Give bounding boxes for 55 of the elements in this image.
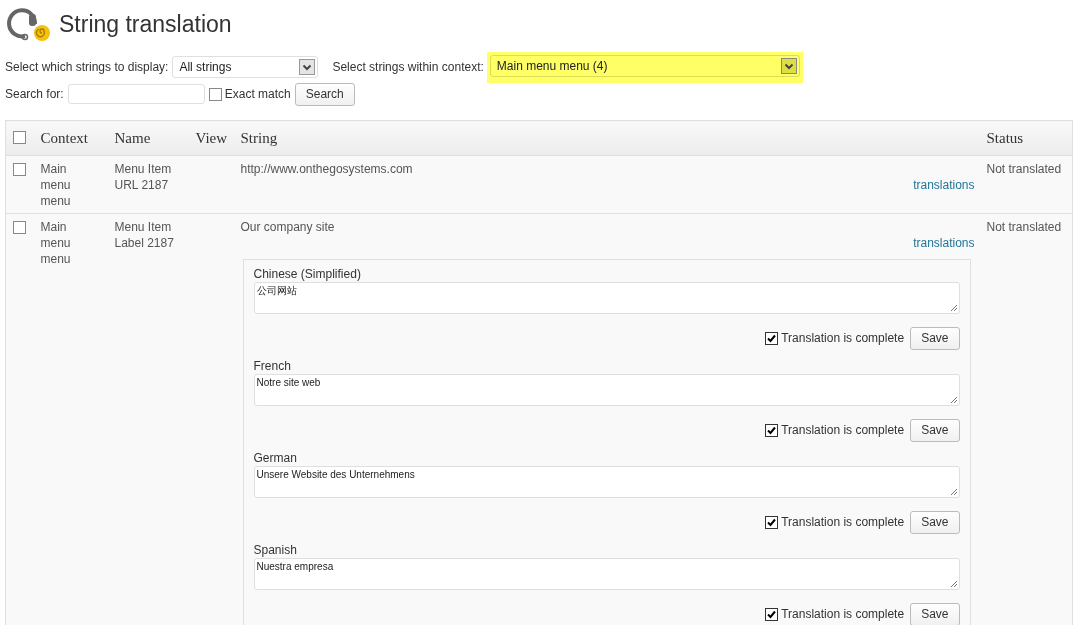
column-header: String xyxy=(240,129,278,146)
complete-label: Translation is complete xyxy=(781,514,905,530)
logo-icon xyxy=(5,6,51,42)
name-cell-text: Menu Item URL 2187 xyxy=(114,161,173,193)
resize-grip-icon[interactable] xyxy=(949,304,958,312)
string-text: http://www.onthegosystems.com xyxy=(240,161,414,177)
row-checkbox[interactable] xyxy=(13,221,26,234)
complete-checkbox[interactable] xyxy=(765,607,779,621)
column-header: View xyxy=(195,129,228,146)
complete-checkbox[interactable] xyxy=(765,331,779,345)
context-cell-text: Main menu menu xyxy=(40,161,72,209)
language-label: French xyxy=(253,358,292,374)
language-label: Chinese (Simplified) xyxy=(253,266,362,282)
context-cell-text: Main menu menu xyxy=(40,219,72,267)
status-cell: Not translated xyxy=(986,220,1062,234)
chevron-icon xyxy=(299,59,316,75)
exact-match-checkbox[interactable] xyxy=(208,87,222,101)
complete-label: Translation is complete xyxy=(781,422,905,438)
context-dropdown[interactable]: Main menu menu (4) xyxy=(489,54,800,77)
resize-grip-icon[interactable] xyxy=(949,396,958,404)
row-checkbox[interactable] xyxy=(13,163,26,176)
translation-field[interactable]: Notre site web xyxy=(253,374,960,406)
column-header: Context xyxy=(40,129,88,146)
complete-label: Translation is complete xyxy=(781,606,905,622)
translation-field[interactable]: Nuestra empresa xyxy=(253,558,960,590)
save-button[interactable]: Save xyxy=(910,326,960,350)
language-label: Spanish xyxy=(253,542,298,558)
complete-checkbox[interactable] xyxy=(765,423,779,437)
string-text: Our company site xyxy=(240,219,336,235)
select-all-checkbox[interactable] xyxy=(13,131,26,144)
complete-checkbox[interactable] xyxy=(765,515,779,529)
translations-link[interactable]: translations xyxy=(913,178,975,192)
context-label: Select strings within context: xyxy=(332,60,484,74)
display-dropdown[interactable]: All strings xyxy=(172,56,319,78)
status-cell: Not translated xyxy=(986,162,1062,176)
page-title: String translation xyxy=(59,10,232,38)
language-label: German xyxy=(253,450,298,466)
complete-label: Translation is complete xyxy=(781,330,905,346)
translation-field[interactable]: 公司网站 xyxy=(253,282,960,314)
exact-match-label: Exact match xyxy=(224,87,291,101)
resize-grip-icon[interactable] xyxy=(949,488,958,496)
translations-link[interactable]: translations xyxy=(913,236,975,250)
column-header: Status xyxy=(986,129,1024,146)
filter-label: Select which strings to display: xyxy=(5,60,169,74)
save-button[interactable]: Save xyxy=(910,418,960,442)
resize-grip-icon[interactable] xyxy=(949,580,958,588)
name-cell-text: Menu Item Label 2187 xyxy=(114,219,175,251)
search-field[interactable] xyxy=(67,84,205,104)
save-button[interactable]: Save xyxy=(910,510,960,534)
translation-field[interactable]: Unsere Website des Unternehmens xyxy=(253,466,960,498)
search-button[interactable]: Search xyxy=(294,82,355,106)
chevron-icon xyxy=(780,57,797,74)
save-button[interactable]: Save xyxy=(910,602,960,625)
search-label: Search for: xyxy=(5,87,64,101)
column-header: Name xyxy=(114,129,151,146)
